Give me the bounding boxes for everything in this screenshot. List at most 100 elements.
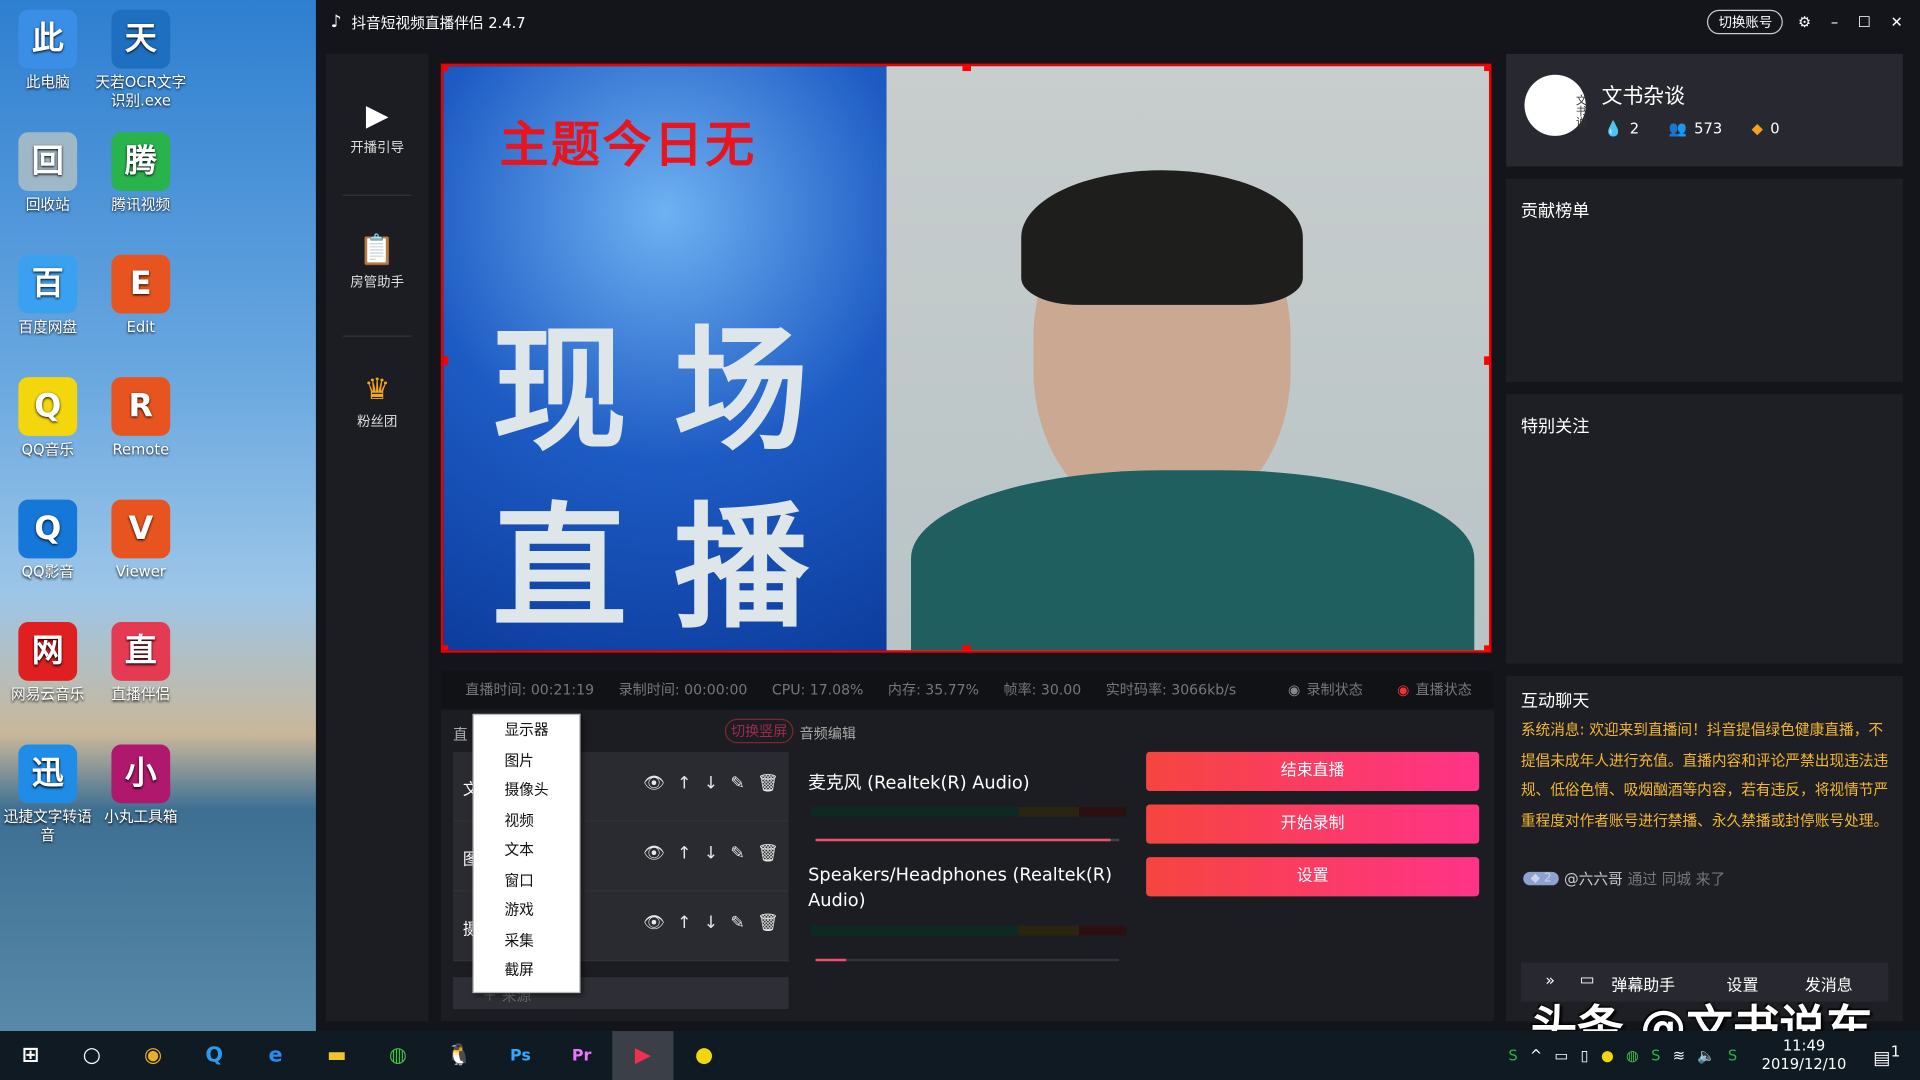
- qq-music-tray-icon[interactable]: ●: [1601, 1047, 1614, 1064]
- edit-pencil-icon[interactable]: ✎: [730, 844, 744, 864]
- fan-club-icon: ♛: [363, 372, 391, 407]
- live-companion-taskbar-icon[interactable]: ▶: [612, 1031, 674, 1080]
- camera-source[interactable]: [886, 66, 1489, 651]
- move-up-icon[interactable]: ↑: [677, 774, 691, 794]
- desktop-icon[interactable]: 小小丸工具箱: [93, 744, 189, 826]
- poster-image-source[interactable]: 主题今日无 现 场 直 播: [443, 66, 887, 651]
- sogou-icon[interactable]: S: [1508, 1047, 1517, 1064]
- level-badge: ◆ 2: [1523, 871, 1560, 886]
- scene-tab[interactable]: 直: [453, 724, 468, 745]
- chat-user[interactable]: @六六哥: [1564, 868, 1623, 889]
- desktop-icon-label: QQ音乐: [21, 440, 75, 458]
- audio-edit-tab[interactable]: 音频编辑: [800, 724, 856, 744]
- menu-item[interactable]: 窗口: [474, 865, 579, 895]
- settings-gear-icon[interactable]: ⚙: [1798, 13, 1811, 30]
- wifi-icon[interactable]: ≋: [1673, 1047, 1685, 1064]
- menu-item[interactable]: 采集: [474, 925, 579, 955]
- wechat-tray-icon[interactable]: ◍: [1626, 1047, 1639, 1064]
- desktop-icon[interactable]: V Viewer: [93, 499, 189, 582]
- search-circle-icon[interactable]: ○: [61, 1031, 122, 1080]
- record-time: 录制时间: 00:00:00: [618, 680, 748, 698]
- avatar[interactable]: 文书说: [1524, 74, 1586, 136]
- desktop-icon[interactable]: Q QQ影音: [0, 499, 96, 582]
- desktop-icon[interactable]: R Remote: [93, 377, 189, 459]
- start-record-button[interactable]: 开始录制: [1146, 804, 1480, 844]
- start-windows-icon[interactable]: ⊞: [0, 1031, 61, 1080]
- move-down-icon[interactable]: ↓: [704, 913, 718, 933]
- qq-icon[interactable]: 🐧: [429, 1031, 490, 1080]
- desktop-icon[interactable]: 回回收站: [0, 132, 96, 214]
- desktop-icon[interactable]: 此此电脑: [0, 9, 96, 92]
- move-down-icon[interactable]: ↓: [704, 844, 718, 864]
- maximize-button[interactable]: ☐: [1858, 13, 1871, 30]
- chrome-icon[interactable]: ◉: [122, 1031, 183, 1080]
- qq-browser-icon[interactable]: Q: [184, 1031, 245, 1080]
- desktop: 此此电脑天天若OCR文字识别.exe 回回收站腾腾讯视频百百度网盘 E Edit Q QQ…: [0, 0, 1920, 1080]
- menu-item[interactable]: 视频: [474, 805, 579, 835]
- volume-icon[interactable]: 🔈: [1697, 1047, 1715, 1064]
- switch-account-button[interactable]: 切换账号: [1707, 9, 1784, 35]
- premiere-icon[interactable]: Pr: [551, 1031, 612, 1080]
- desktop-icon[interactable]: E Edit: [93, 254, 189, 337]
- desktop-icon[interactable]: 直直播伴侣: [93, 622, 189, 704]
- clock-date[interactable]: 2019/12/10: [1762, 1056, 1847, 1074]
- menu-item[interactable]: 截屏: [474, 955, 579, 985]
- desktop-icon[interactable]: 网网易云音乐: [0, 622, 96, 704]
- settings-button[interactable]: 设置: [1146, 857, 1480, 897]
- sogou-tray-icon[interactable]: S: [1651, 1047, 1660, 1064]
- fans-icon: 👥: [1668, 120, 1687, 138]
- desktop-icon[interactable]: 腾腾讯视频: [93, 132, 189, 214]
- edit-pencil-icon[interactable]: ✎: [730, 774, 744, 794]
- close-button[interactable]: ✕: [1891, 13, 1903, 30]
- speaker-level-meter: [810, 925, 1127, 936]
- menu-item[interactable]: 游戏: [474, 895, 579, 925]
- end-live-button[interactable]: 结束直播: [1146, 751, 1480, 792]
- trash-icon[interactable]: 🗑: [757, 844, 779, 864]
- desktop-icon[interactable]: 天天若OCR文字识别.exe: [93, 9, 189, 110]
- menu-item[interactable]: 摄像头: [474, 775, 579, 805]
- photoshop-icon[interactable]: Ps: [490, 1031, 551, 1080]
- desktop-icon[interactable]: 百百度网盘: [0, 254, 96, 337]
- notification-icon[interactable]: ▤1: [1873, 1042, 1900, 1069]
- menu-item[interactable]: 文本: [474, 835, 579, 865]
- switch-portrait-button[interactable]: 切换竖屏: [724, 718, 794, 744]
- trash-icon[interactable]: 🗑: [757, 913, 779, 933]
- menu-item[interactable]: 图片: [474, 745, 579, 775]
- move-down-icon[interactable]: ↓: [704, 774, 718, 794]
- menu-item[interactable]: 显示器: [474, 715, 579, 745]
- speaker-volume-slider[interactable]: [815, 958, 1120, 962]
- minimize-button[interactable]: –: [1831, 13, 1838, 30]
- desktop-icon-label: 腾讯视频: [111, 195, 171, 214]
- likes-count: 2: [1629, 120, 1640, 138]
- wechat-icon[interactable]: ◍: [367, 1031, 428, 1080]
- move-up-icon[interactable]: ↑: [677, 913, 691, 933]
- move-up-icon[interactable]: ↑: [677, 844, 691, 864]
- show-hidden-icons[interactable]: ^: [1530, 1047, 1542, 1064]
- edge-icon[interactable]: e: [245, 1031, 306, 1080]
- clock-time[interactable]: 11:49: [1762, 1037, 1847, 1055]
- input-method-icon[interactable]: S: [1728, 1047, 1737, 1064]
- contribution-title: 贡献榜单: [1520, 202, 1590, 222]
- usb-icon[interactable]: ▯: [1581, 1047, 1589, 1064]
- edit-app-icon: E: [111, 254, 171, 314]
- desktop-icon[interactable]: 迅迅捷文字转语音: [0, 744, 96, 844]
- qq-music-taskbar-icon[interactable]: ●: [673, 1031, 734, 1080]
- nav-fan-club[interactable]: ♛ 粉丝团: [326, 372, 429, 431]
- desktop-icon[interactable]: Q QQ音乐: [0, 377, 96, 459]
- battery-icon[interactable]: ▭: [1554, 1047, 1568, 1064]
- trash-icon[interactable]: 🗑: [757, 774, 779, 794]
- eye-icon[interactable]: 👁: [643, 774, 665, 794]
- eye-icon[interactable]: 👁: [643, 913, 665, 933]
- baidu-netdisk-icon: 百: [18, 254, 78, 314]
- nav-start-guide[interactable]: ▶ 开播引导: [326, 98, 429, 157]
- mic-volume-slider[interactable]: [815, 838, 1120, 842]
- live-preview-canvas[interactable]: 主题今日无 现 场 直 播: [440, 63, 1492, 653]
- side-nav: ▶ 开播引导 📋 房管助手 ♛ 粉丝团: [325, 53, 429, 1022]
- nav-room-manager[interactable]: 📋 房管助手: [326, 233, 429, 292]
- eye-icon[interactable]: 👁: [643, 844, 665, 864]
- file-explorer-icon[interactable]: ▬: [306, 1031, 367, 1080]
- desktop-icon-label: Remote: [112, 440, 170, 458]
- person-hair: [1021, 170, 1303, 305]
- expand-icon[interactable]: »: [1545, 972, 1555, 990]
- edit-pencil-icon[interactable]: ✎: [730, 913, 744, 933]
